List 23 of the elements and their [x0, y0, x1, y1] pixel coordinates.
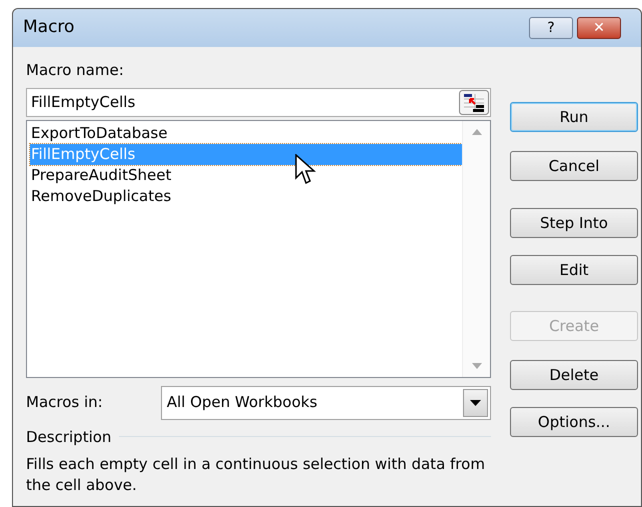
collapse-dialog-icon[interactable] — [459, 90, 489, 114]
mouse-pointer-icon — [295, 154, 317, 186]
dropdown-arrow-icon — [470, 400, 481, 406]
window-title: Macro — [23, 16, 74, 40]
dialog-button[interactable]: Delete — [510, 360, 638, 390]
list-item[interactable]: ExportToDatabase — [30, 122, 462, 144]
macro-name-field[interactable]: FillEmptyCells — [26, 88, 491, 116]
macros-in-dropdown[interactable]: All Open Workbooks — [160, 386, 491, 420]
help-button[interactable]: ? — [529, 17, 573, 39]
section-heading: Description — [26, 426, 112, 448]
dialog-button[interactable]: Run — [510, 102, 638, 132]
dialog-button[interactable]: Options... — [510, 407, 638, 437]
description-text: Fills each empty cell in a continuous selection with data from the cell above. — [26, 454, 486, 496]
scroll-up-icon[interactable] — [472, 128, 482, 134]
dialog-button[interactable]: Edit — [510, 255, 638, 285]
field-label: Macro name: — [26, 60, 124, 81]
scroll-down-icon[interactable] — [472, 362, 482, 368]
list-item[interactable]: PrepareAuditSheet — [30, 164, 462, 186]
dialog-button[interactable]: Cancel — [510, 151, 638, 181]
field-label: Macros in: — [26, 392, 104, 414]
dialog-button[interactable]: Step Into — [510, 208, 638, 238]
list-item[interactable]: RemoveDuplicates — [30, 186, 462, 206]
scrollbar[interactable] — [462, 120, 490, 376]
